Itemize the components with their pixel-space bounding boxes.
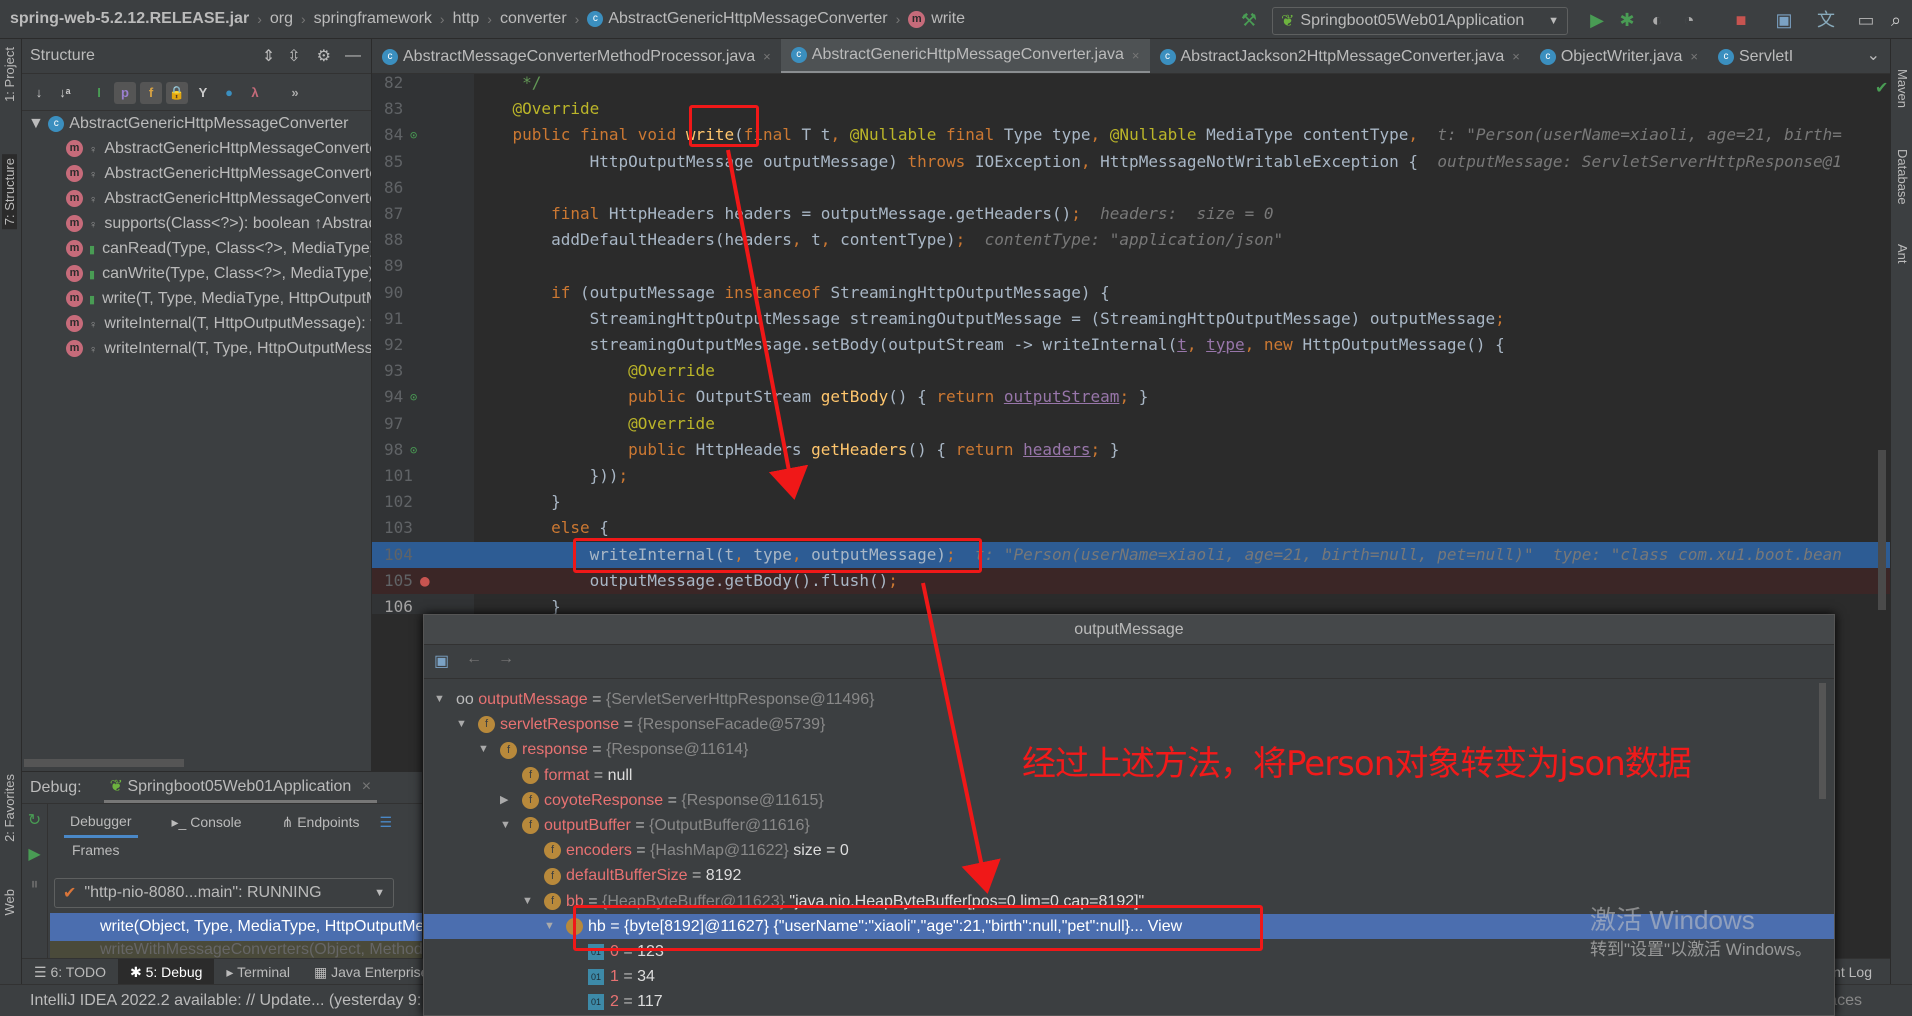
windows-watermark-title: 激活 Windows xyxy=(1590,905,1755,935)
annotation-text: 经过上述方法，将Person对象转变为json数据 xyxy=(1022,744,1692,784)
annotation-arrow xyxy=(921,582,1001,894)
annotation-arrows xyxy=(726,149,1001,894)
annotation-arrow xyxy=(726,149,809,500)
windows-watermark-subtitle: 转到"设置"以激活 Windows。 xyxy=(1590,940,1812,959)
